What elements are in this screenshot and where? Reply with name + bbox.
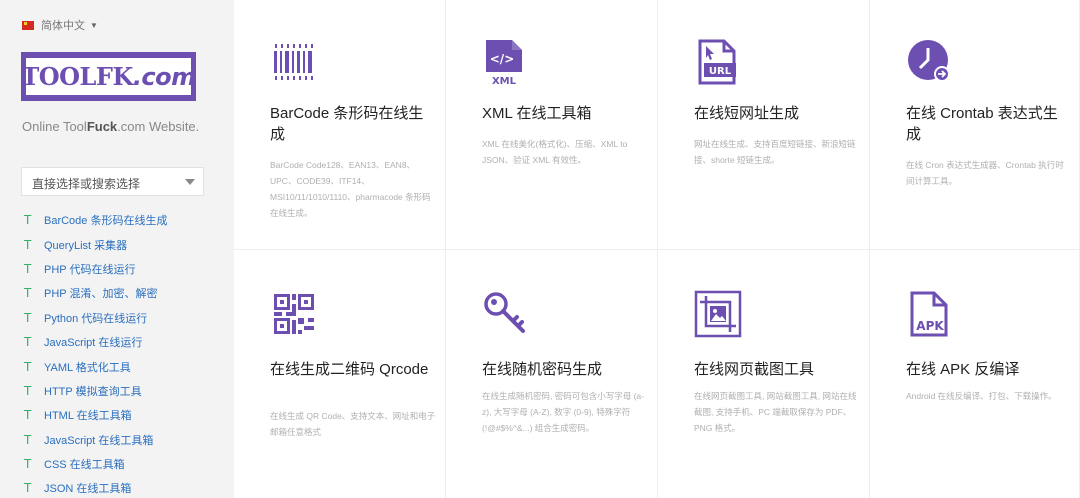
screenshot-icon bbox=[694, 290, 742, 338]
dropdown-arrow-icon bbox=[185, 179, 195, 185]
nav-item-label: QueryList 采集器 bbox=[44, 239, 128, 252]
card-title: 在线网页截图工具 bbox=[694, 361, 815, 378]
tagline: Online ToolFuck.com Website. bbox=[22, 119, 199, 134]
nav-item-label: Python 代码在线运行 bbox=[44, 312, 148, 325]
tagline-suffix: .com Website. bbox=[117, 119, 200, 134]
tool-marker-icon: T bbox=[24, 237, 32, 252]
qrcode-icon bbox=[274, 294, 314, 334]
tool-marker-icon: T bbox=[24, 335, 32, 350]
card-apk[interactable]: APK 在线 APK 反编译 Android 在线反编译、打包、下载操作。 bbox=[870, 250, 1080, 498]
tool-marker-icon: T bbox=[24, 408, 32, 423]
card-desc: BarCode Code128、EAN13、EAN8、UPC、CODE39、IT… bbox=[270, 160, 431, 218]
nav-item[interactable]: T Python 代码在线运行 bbox=[24, 306, 167, 330]
tool-marker-icon: T bbox=[24, 481, 32, 496]
card-qrcode[interactable]: 在线生成二维码 Qrcode 在线生成 QR Code、支持文本、网址和电子邮箱… bbox=[234, 250, 446, 498]
card-title: BarCode 条形码在线生成 bbox=[270, 105, 424, 143]
card-desc: 在线生成随机密码, 密码可包含小写字母 (a-z), 大写字母 (A-Z), 数… bbox=[482, 391, 644, 433]
clock-icon bbox=[908, 40, 950, 82]
nav-item-label: JSON 在线工具箱 bbox=[44, 483, 132, 496]
card-desc: 在线 Cron 表达式生成器、Crontab 执行时间计算工具。 bbox=[906, 160, 1064, 186]
logo-text: TOOLFK .com bbox=[21, 58, 196, 95]
logo-main: TOOLFK bbox=[21, 62, 133, 91]
caret-down-icon: ▼ bbox=[90, 20, 98, 30]
tagline-bold: Fuck bbox=[86, 119, 118, 134]
card-screenshot[interactable]: 在线网页截图工具 在线网页截图工具, 网站截图工具, 网站在线截图, 支持手机、… bbox=[658, 250, 870, 498]
card-desc: Android 在线反编译、打包、下载操作。 bbox=[906, 391, 1057, 401]
card-title: 在线短网址生成 bbox=[694, 105, 800, 122]
tagline-prefix: Online Tool bbox=[22, 119, 87, 134]
nav-item-label: HTML 在线工具箱 bbox=[44, 410, 132, 423]
nav-item[interactable]: T HTTP 模拟查询工具 bbox=[24, 379, 167, 403]
card-crontab[interactable]: 在线 Crontab 表达式生成 在线 Cron 表达式生成器、Crontab … bbox=[870, 0, 1080, 250]
nav-item[interactable]: T YAML 格式化工具 bbox=[24, 354, 167, 378]
card-title: 在线 APK 反编译 bbox=[906, 361, 1020, 378]
nav-item-label: JavaScript 在线工具箱 bbox=[44, 434, 154, 447]
card-title: 在线随机密码生成 bbox=[482, 361, 603, 378]
china-flag-icon bbox=[22, 20, 34, 30]
tool-marker-icon: T bbox=[24, 213, 32, 228]
card-desc: XML 在线美化(格式化)、压缩、XML to JSON、验证 XML 有效性。 bbox=[482, 139, 628, 165]
logo[interactable]: TOOLFK .com bbox=[21, 52, 196, 101]
nav-item-label: JavaScript 在线运行 bbox=[44, 337, 143, 350]
nav-item[interactable]: T PHP 代码在线运行 bbox=[24, 257, 167, 281]
svg-text:APK: APK bbox=[916, 319, 944, 333]
tool-nav-list: T BarCode 条形码在线生成 T QueryList 采集器 T PHP 代码在线运… bbox=[24, 208, 167, 498]
card-xml[interactable]: </> XML XML 在线工具箱 XML 在线美化(格式化)、压缩、XML t… bbox=[446, 0, 658, 250]
barcode-icon bbox=[274, 44, 313, 80]
nav-item[interactable]: T CSS 在线工具箱 bbox=[24, 452, 167, 476]
svg-text:URL: URL bbox=[709, 66, 732, 77]
logo-suffix: .com bbox=[132, 62, 196, 91]
nav-item-label: BarCode 条形码在线生成 bbox=[44, 215, 168, 228]
card-title: 在线生成二维码 Qrcode bbox=[270, 361, 429, 378]
nav-item-label: PHP 混淆、加密、解密 bbox=[44, 288, 158, 301]
card-desc: 在线网页截图工具, 网站截图工具, 网站在线截图, 支持手机、PC 端截取保存为… bbox=[694, 391, 857, 433]
card-barcode[interactable]: BarCode 条形码在线生成 BarCode Code128、EAN13、EA… bbox=[234, 0, 446, 250]
tool-marker-icon: T bbox=[24, 432, 32, 447]
card-title: 在线 Crontab 表达式生成 bbox=[906, 105, 1058, 143]
nav-item[interactable]: T HTML 在线工具箱 bbox=[24, 403, 167, 427]
svg-text:</>: </> bbox=[490, 52, 515, 66]
tool-search-select[interactable]: 直接选择或搜索选择 bbox=[21, 167, 204, 196]
search-placeholder: 直接选择或搜索选择 bbox=[32, 177, 141, 191]
nav-item[interactable]: T BarCode 条形码在线生成 bbox=[24, 208, 167, 232]
nav-item-label: PHP 代码在线运行 bbox=[44, 263, 136, 276]
nav-item[interactable]: T JavaScript 在线工具箱 bbox=[24, 428, 167, 452]
tool-marker-icon: T bbox=[24, 261, 32, 276]
tool-marker-icon: T bbox=[24, 286, 32, 301]
nav-item-label: YAML 格式化工具 bbox=[44, 361, 131, 374]
tool-grid: BarCode 条形码在线生成 BarCode Code128、EAN13、EA… bbox=[234, 0, 1080, 498]
key-icon bbox=[484, 292, 525, 333]
tool-marker-icon: T bbox=[24, 359, 32, 374]
nav-item[interactable]: T JSON 在线工具箱 bbox=[24, 476, 167, 498]
nav-item-label: HTTP 模拟查询工具 bbox=[44, 385, 142, 398]
nav-item[interactable]: T QueryList 采集器 bbox=[24, 232, 167, 256]
tool-marker-icon: T bbox=[24, 310, 32, 325]
svg-text:XML: XML bbox=[492, 76, 517, 86]
nav-item[interactable]: T PHP 混淆、加密、解密 bbox=[24, 281, 167, 305]
nav-item[interactable]: T JavaScript 在线运行 bbox=[24, 330, 167, 354]
card-desc: 网址在线生成、支持百度短链接、新浪短链接、shorte 短链生成。 bbox=[694, 139, 856, 165]
apk-file-icon: APK bbox=[910, 291, 948, 337]
tool-marker-icon: T bbox=[24, 383, 32, 398]
card-password[interactable]: 在线随机密码生成 在线生成随机密码, 密码可包含小写字母 (a-z), 大写字母… bbox=[446, 250, 658, 498]
nav-item-label: CSS 在线工具箱 bbox=[44, 459, 125, 472]
language-selector[interactable]: 简体中文 ▼ bbox=[22, 17, 98, 33]
sidebar: 简体中文 ▼ TOOLFK .com Online ToolFuck.com We… bbox=[0, 0, 234, 498]
card-desc: 在线生成 QR Code、支持文本、网址和电子邮箱任意格式 bbox=[270, 411, 436, 437]
card-title: XML 在线工具箱 bbox=[482, 105, 592, 122]
card-short-url[interactable]: URL 在线短网址生成 网址在线生成、支持百度短链接、新浪短链接、shorte … bbox=[658, 0, 870, 250]
xml-file-icon: </> XML bbox=[486, 40, 522, 86]
language-label: 简体中文 bbox=[41, 20, 85, 32]
url-file-icon: URL bbox=[698, 39, 736, 85]
tool-marker-icon: T bbox=[24, 457, 32, 472]
